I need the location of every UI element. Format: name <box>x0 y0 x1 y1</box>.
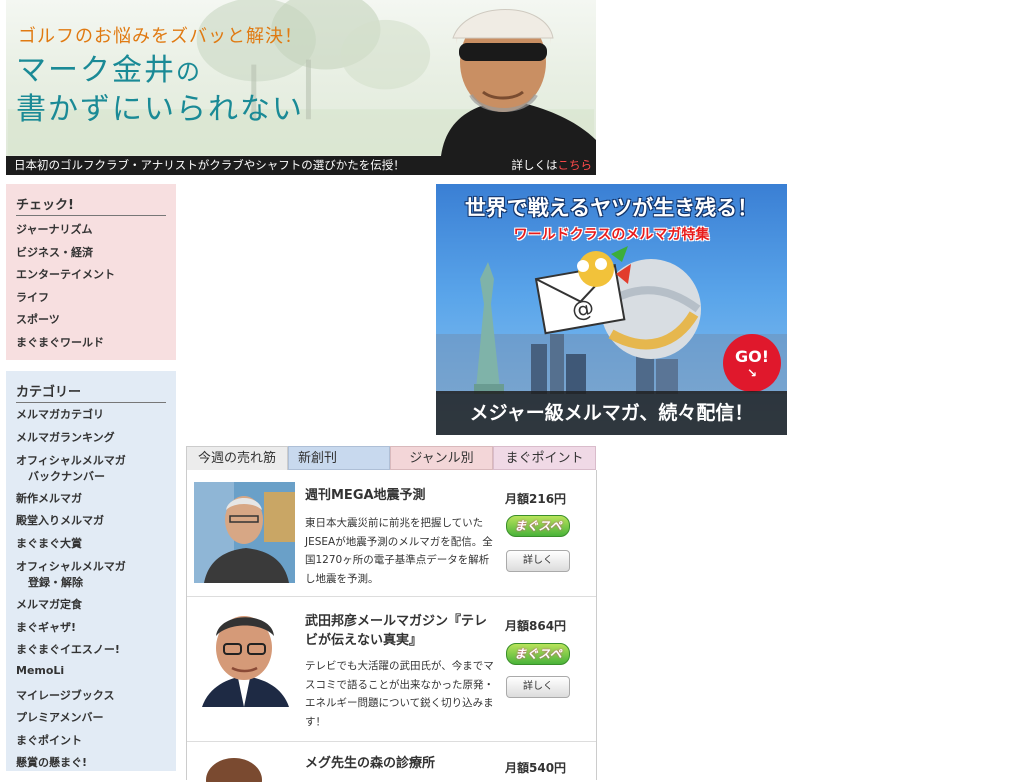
arrow-right-icon: ↘ <box>746 365 758 380</box>
item-title[interactable]: メグ先生の森の診療所 <box>305 754 495 773</box>
details-button[interactable]: 詳しく <box>506 550 570 572</box>
sidebar-item-mm-ranking[interactable]: メルマガランキング <box>16 429 126 452</box>
sidebar-item-mileage-books[interactable]: マイレージブックス <box>16 687 126 710</box>
golfer-photo <box>441 9 596 156</box>
banner-footer: 日本初のゴルフクラブ・アナリストがクラブやシャフトの選びかたを伝授！ 詳しくはこ… <box>6 156 596 175</box>
sidebar-item-new-mm[interactable]: 新作メルマガ <box>16 490 126 513</box>
item-description: テレビでも大活躍の武田氏が、今までマスコミで語ることが出来なかった原発・エネルギ… <box>305 660 494 728</box>
ad-go-label: GO! <box>734 346 770 366</box>
ad-bottom-text: メジャー級メルマガ、続々配信！ <box>436 391 787 435</box>
sidebar-item-journalism[interactable]: ジャーナリズム <box>16 221 115 244</box>
sidebar-item-memoli[interactable]: MemoLi <box>16 664 126 687</box>
sidebar-category-list: メルマガカテゴリ メルマガランキング オフィシャルメルマガ バックナンバー 新作メ… <box>16 406 126 777</box>
sidebar-item-business[interactable]: ビジネス・経済 <box>16 244 115 267</box>
magspe-badge: まぐスペ <box>506 643 570 665</box>
list-item: 週刊MEGA地震予測 東日本大震災前に前兆を把握していたJESEAが地震予測のメ… <box>187 470 596 597</box>
ad-go-button[interactable]: GO! ↘ <box>723 334 781 392</box>
sidebar-item-label: オフィシャルメルマガ <box>16 453 126 467</box>
sidebar-item-official-backnumber[interactable]: オフィシャルメルマガバックナンバー <box>16 452 126 490</box>
sidebar-item-hall-of-fame[interactable]: 殿堂入りメルマガ <box>16 512 126 535</box>
banner-more-text: 詳しくは <box>511 158 558 172</box>
magspe-badge: まぐスペ <box>506 515 570 537</box>
item-description: 東日本大震災前に前兆を把握していたJESEAが地震予測のメルマガを配信。全国12… <box>305 517 493 585</box>
ranking-tabs: 今週の売れ筋 新創刊 ジャンル別 まぐポイント <box>186 446 596 470</box>
details-button[interactable]: 詳しく <box>506 676 570 698</box>
tab-new-releases[interactable]: 新創刊 <box>288 446 390 470</box>
sidebar-item-maggather[interactable]: まぐギャザ! <box>16 619 126 642</box>
sidebar-item-mm-category[interactable]: メルマガカテゴリ <box>16 406 126 429</box>
sidebar-item-sublabel: バックナンバー <box>28 469 105 483</box>
tab-magpoint[interactable]: まぐポイント <box>493 446 596 470</box>
list-item: メグ先生の森の診療所 月額540円 <box>187 742 596 782</box>
banner-more-link[interactable]: 詳しくはこちら <box>512 156 593 175</box>
banner-title-no: の <box>176 58 202 86</box>
ad-headline: 世界で戦えるヤツが生き残る！ <box>464 196 759 220</box>
svg-text:@: @ <box>570 296 596 324</box>
sidebar-item-official-register[interactable]: オフィシャルメルマガ登録・解除 <box>16 558 126 596</box>
sidebar-check-heading: チェック! <box>16 194 166 216</box>
tab-weekly-bestsellers[interactable]: 今週の売れ筋 <box>186 446 288 470</box>
banner-footer-text: 日本初のゴルフクラブ・アナリストがクラブやシャフトの選びかたを伝授！ <box>14 158 405 172</box>
item-title[interactable]: 週刊MEGA地震予測 <box>305 486 495 505</box>
sidebar-check: チェック! ジャーナリズム ビジネス・経済 エンターテイメント ライフ スポーツ… <box>6 184 176 360</box>
sidebar-item-magpoint[interactable]: まぐポイント <box>16 732 126 755</box>
sidebar-item-life[interactable]: ライフ <box>16 289 115 312</box>
author-photo <box>194 606 295 707</box>
item-price: 月額216円 <box>505 492 567 506</box>
sidebar-category: カテゴリー メルマガカテゴリ メルマガランキング オフィシャルメルマガバックナン… <box>6 371 176 771</box>
banner-title-line1: マーク金井 <box>16 53 176 88</box>
sidebar-item-kenmag[interactable]: 懸賞の懸まぐ! <box>16 754 126 777</box>
banner-title: マーク金井の 書かずにいられない <box>16 52 304 129</box>
list-item: 武田邦彦メールマガジン『テレビが伝えない真実』 テレビでも大活躍の武田氏が、今ま… <box>187 597 596 742</box>
sidebar-item-label: オフィシャルメルマガ <box>16 560 126 573</box>
sidebar-item-entertainment[interactable]: エンターテイメント <box>16 266 115 289</box>
banner-title-line2: 書かずにいられない <box>16 92 304 127</box>
item-title[interactable]: 武田邦彦メールマガジン『テレビが伝えない真実』 <box>305 612 495 650</box>
sidebar-item-sublabel: 登録・解除 <box>28 576 83 589</box>
banner-tagline: ゴルフのお悩みをズバッと解決！ <box>18 26 303 47</box>
worldclass-ad-banner[interactable]: @ 世界で戦えるヤツが生き残る！ ワールドクラスのメルマガ特集 GO! ↘ メジャ… <box>436 184 787 435</box>
sidebar-item-mm-teishoku[interactable]: メルマガ定食 <box>16 596 126 619</box>
sidebar-item-yesno[interactable]: まぐまぐイエスノー! <box>16 641 126 664</box>
sidebar-check-list: ジャーナリズム ビジネス・経済 エンターテイメント ライフ スポーツ まぐまぐワ… <box>16 221 115 357</box>
header-banner[interactable]: ゴルフのお悩みをズバッと解決！ マーク金井の 書かずにいられない 日本初のゴルフ… <box>6 0 596 175</box>
sidebar-item-premier-member[interactable]: プレミアメンバー <box>16 709 126 732</box>
tab-by-genre[interactable]: ジャンル別 <box>390 446 493 470</box>
sidebar-item-magmag-award[interactable]: まぐまぐ大賞 <box>16 535 126 559</box>
magazine-list: 週刊MEGA地震予測 東日本大震災前に前兆を把握していたJESEAが地震予測のメ… <box>186 470 597 782</box>
banner-link-here[interactable]: こちら <box>558 158 593 172</box>
item-price: 月額864円 <box>505 619 567 633</box>
author-photo <box>194 752 295 782</box>
sidebar-category-heading: カテゴリー <box>16 381 166 403</box>
author-photo <box>194 482 295 583</box>
sidebar-item-sports[interactable]: スポーツ <box>16 311 115 334</box>
ad-subhead: ワールドクラスのメルマガ特集 <box>513 227 710 243</box>
sidebar-item-magmag-world[interactable]: まぐまぐワールド <box>16 334 115 357</box>
